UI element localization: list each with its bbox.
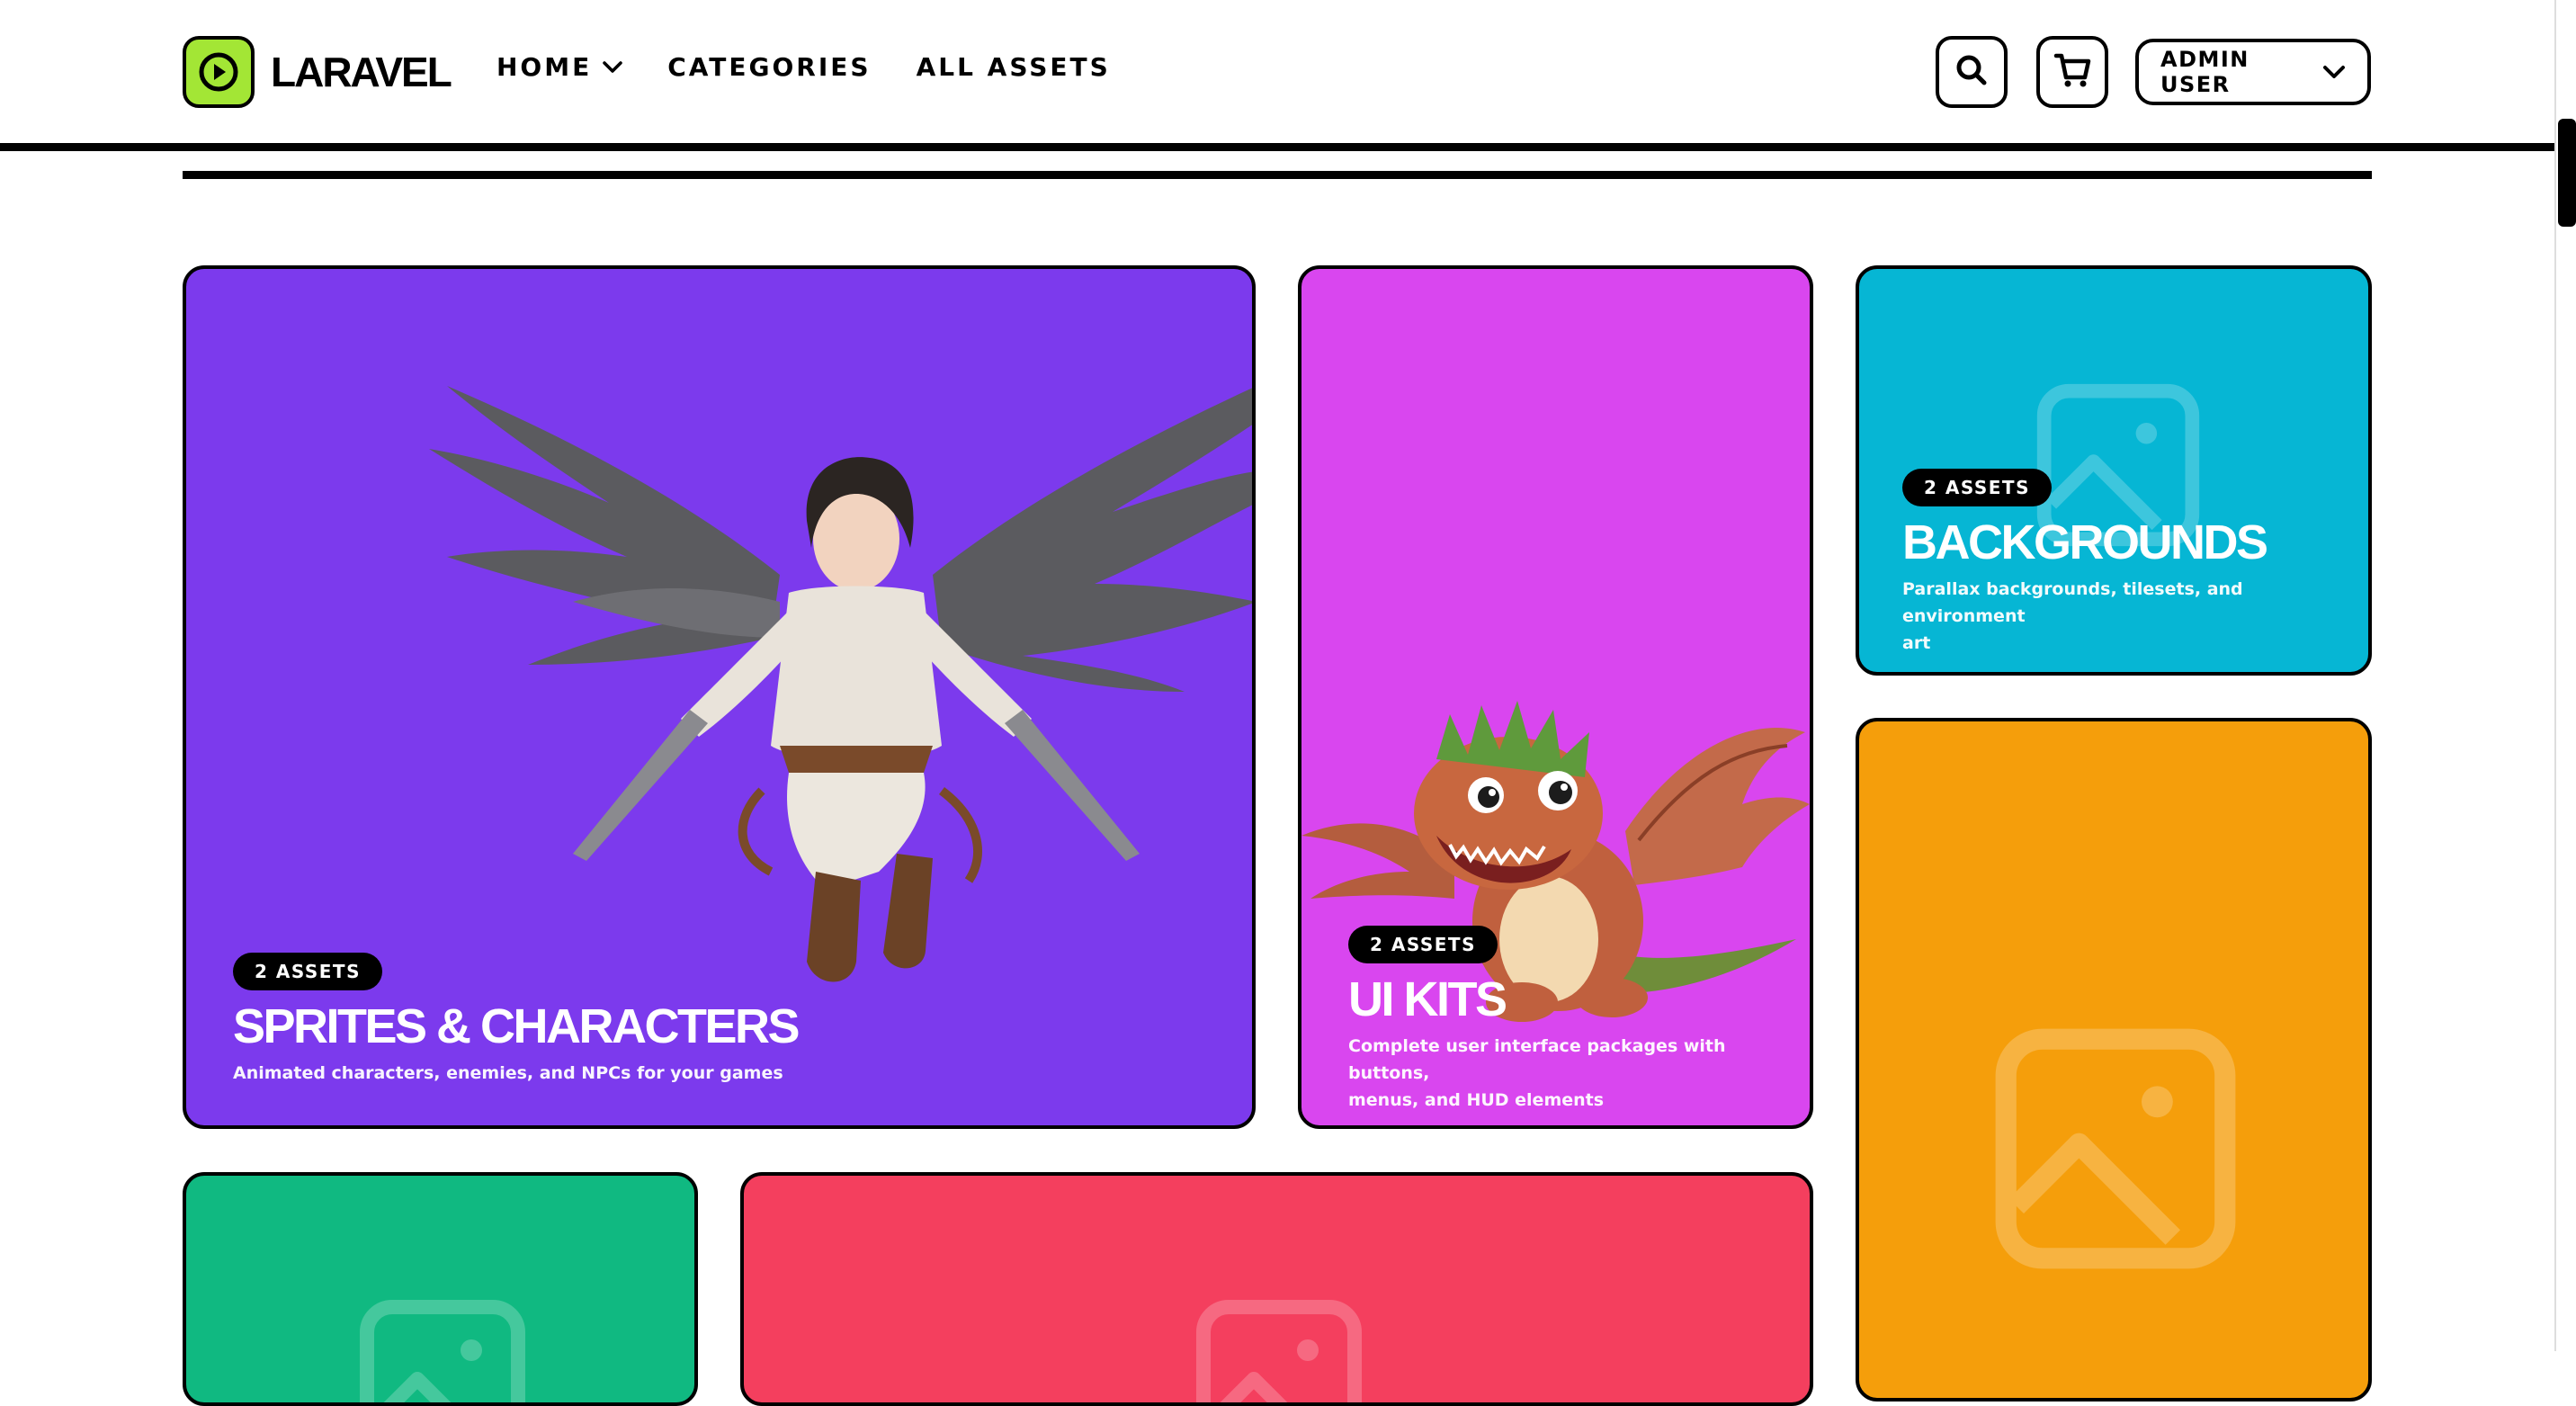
category-card-ui-kits[interactable]: 2 ASSETS UI KITS Complete user interface…	[1298, 265, 1813, 1129]
scrollbar-thumb[interactable]	[2558, 119, 2576, 227]
card-description-line: Complete user interface packages with bu…	[1348, 1035, 1726, 1084]
nav-all-assets[interactable]: ALL ASSETS	[917, 52, 1111, 82]
card-info: 2 ASSETS UI KITS Complete user interface…	[1348, 926, 1810, 1115]
winged-character-illustration	[429, 386, 1252, 982]
card-description-line: Parallax backgrounds, tilesets, and envi…	[1902, 578, 2243, 627]
site-header: LARAVEL HOME CATEGORIES ALL ASSETS ADMIN…	[0, 0, 2554, 148]
category-card-orange[interactable]	[1856, 718, 2372, 1402]
asset-count-badge: 2 ASSETS	[1348, 926, 1498, 963]
card-description: Animated characters, enemies, and NPCs f…	[233, 1062, 783, 1083]
header-actions: ADMIN USER	[1936, 36, 2371, 108]
category-card-backgrounds[interactable]: 2 ASSETS BACKGROUNDS Parallax background…	[1856, 265, 2372, 676]
card-info: 2 ASSETS BACKGROUNDS Parallax background…	[1902, 469, 2368, 658]
brand-name: LARAVEL	[271, 49, 452, 95]
card-description: Complete user interface packages with bu…	[1348, 1033, 1810, 1115]
asset-count-badge: 2 ASSETS	[1902, 469, 2052, 506]
logo-icon	[183, 36, 255, 108]
image-placeholder-icon	[1995, 1028, 2236, 1269]
nav-home-label: HOME	[496, 52, 593, 82]
user-menu-button[interactable]: ADMIN USER	[2135, 39, 2371, 105]
card-description-line: menus, and HUD elements	[1348, 1090, 1605, 1111]
asset-count-badge: 2 ASSETS	[233, 953, 382, 990]
chevron-down-icon	[603, 60, 622, 74]
card-title: UI KITS	[1348, 972, 1507, 1026]
category-card-sprites[interactable]: 2 ASSETS SPRITES & CHARACTERS Animated c…	[183, 265, 1256, 1129]
brand-link[interactable]: LARAVEL	[183, 36, 452, 108]
category-card-red[interactable]	[740, 1172, 1813, 1406]
cart-icon	[2053, 50, 2092, 94]
card-title: SPRITES & CHARACTERS	[233, 999, 801, 1053]
image-placeholder-icon	[1196, 1300, 1362, 1402]
image-placeholder-icon	[360, 1300, 525, 1402]
nav-categories[interactable]: CATEGORIES	[667, 52, 871, 82]
user-name: ADMIN USER	[2160, 47, 2250, 97]
card-description-line: art	[1902, 633, 1931, 654]
category-card-green[interactable]	[183, 1172, 698, 1406]
card-info: 2 ASSETS SPRITES & CHARACTERS Animated c…	[233, 953, 801, 1087]
cart-button[interactable]	[2036, 36, 2108, 108]
section-divider	[183, 171, 2372, 179]
card-description: Parallax backgrounds, tilesets, and envi…	[1902, 576, 2368, 658]
nav-home[interactable]: HOME	[496, 52, 622, 82]
search-button[interactable]	[1936, 36, 2008, 108]
chevron-down-icon	[2322, 59, 2346, 85]
header-divider	[0, 143, 2554, 151]
search-icon	[1954, 52, 1990, 92]
card-title: BACKGROUNDS	[1902, 515, 2268, 569]
main-nav: HOME CATEGORIES ALL ASSETS	[496, 52, 1156, 82]
